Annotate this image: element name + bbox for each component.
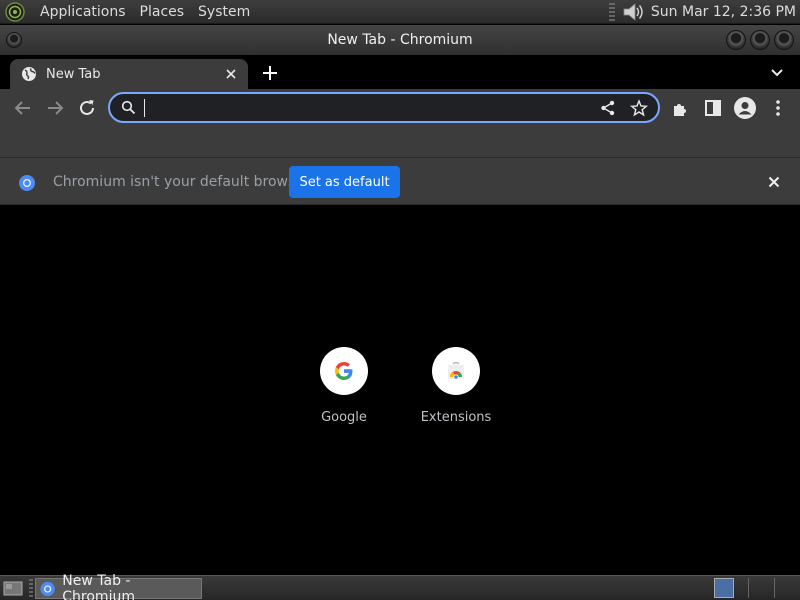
system-menu[interactable]: System [191, 0, 257, 24]
infobar-message: Chromium isn't your default browser [53, 174, 310, 190]
chrome-web-store-icon [448, 361, 464, 380]
shortcut-tile[interactable] [320, 347, 368, 395]
top-system-panel: Applications Places System Sun Mar 12, 2… [0, 0, 800, 24]
shortcut-tile[interactable] [432, 347, 480, 395]
pager-divider [748, 578, 749, 598]
volume-icon[interactable] [621, 1, 645, 23]
google-logo-icon [335, 362, 353, 380]
browser-toolbar [0, 89, 800, 157]
close-window-button[interactable] [774, 30, 794, 50]
default-browser-infobar: Chromium isn't your default browser Set … [0, 157, 800, 205]
taskbar-separator [29, 579, 33, 597]
extensions-puzzle-icon[interactable] [670, 97, 692, 119]
minimize-button[interactable] [726, 30, 746, 50]
share-icon[interactable] [599, 99, 617, 117]
new-tab-plus-icon[interactable] [258, 61, 282, 85]
shortcut-extensions[interactable]: Extensions [406, 347, 506, 425]
search-icon [121, 100, 136, 115]
tab-search-chevron-icon[interactable] [768, 63, 786, 81]
profile-avatar-icon[interactable] [733, 96, 757, 120]
close-infobar-icon[interactable] [766, 174, 782, 190]
distro-logo-icon[interactable] [5, 1, 25, 22]
show-desktop-icon[interactable] [3, 579, 23, 597]
panel-clock[interactable]: Sun Mar 12, 2:36 PM [651, 4, 796, 20]
workspace-switcher[interactable] [714, 578, 734, 598]
tab-new-tab[interactable]: New Tab [10, 59, 248, 89]
applications-menu[interactable]: Applications [33, 0, 133, 24]
maximize-button[interactable] [750, 30, 770, 50]
window-title: New Tab - Chromium [327, 32, 473, 48]
set-as-default-button[interactable]: Set as default [289, 166, 400, 198]
kebab-menu-icon[interactable] [767, 97, 789, 119]
taskbar-window-chromium[interactable]: New Tab - Chromium [35, 573, 202, 600]
new-tab-page: Google Extensions [0, 206, 800, 575]
close-tab-icon[interactable] [223, 66, 239, 82]
tab-label: New Tab [46, 66, 101, 82]
reload-icon[interactable] [76, 97, 98, 119]
panel-separator [608, 2, 615, 21]
side-panel-icon[interactable] [702, 97, 724, 119]
address-input[interactable] [142, 97, 582, 118]
omnibox[interactable] [108, 92, 660, 123]
places-menu[interactable]: Places [133, 0, 192, 24]
pager-divider [774, 578, 775, 598]
text-caret [144, 99, 145, 117]
taskbar-item-label: New Tab - Chromium [62, 572, 135, 600]
shortcut-google[interactable]: Google [294, 347, 394, 425]
chromium-logo-icon [40, 581, 55, 596]
forward-arrow-icon[interactable] [44, 97, 66, 119]
tab-strip: New Tab [0, 55, 800, 89]
window-menu-button[interactable] [6, 32, 22, 48]
back-arrow-icon[interactable] [12, 97, 34, 119]
globe-icon [22, 67, 36, 81]
shortcut-label: Extensions [420, 410, 492, 425]
shortcut-label: Google [321, 410, 367, 425]
chromium-logo-icon [19, 175, 35, 191]
bottom-taskbar: New Tab - Chromium [0, 573, 800, 600]
bookmark-star-icon[interactable] [630, 99, 648, 117]
window-titlebar[interactable]: New Tab - Chromium [0, 25, 800, 55]
